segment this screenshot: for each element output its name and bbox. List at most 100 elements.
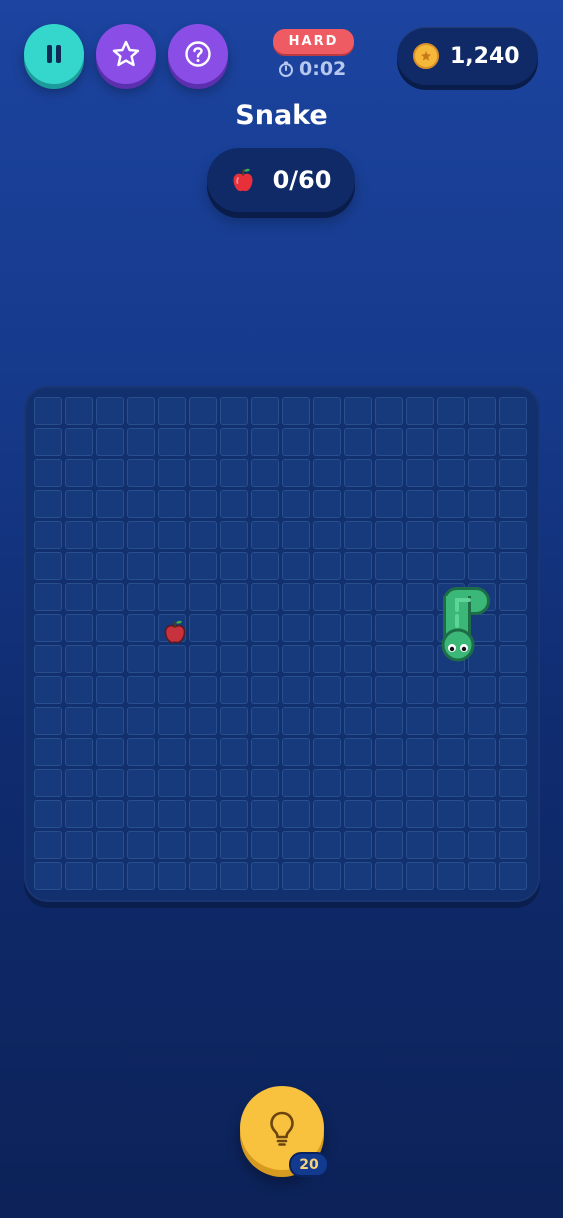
board-cell [34, 521, 62, 549]
board-cell [158, 645, 186, 673]
board-cell [375, 521, 403, 549]
board-cell [313, 769, 341, 797]
board-cell [437, 490, 465, 518]
board-cell [344, 614, 372, 642]
board-cell [468, 738, 496, 766]
board-cell [499, 490, 527, 518]
board-cell [251, 800, 279, 828]
board-cell [375, 583, 403, 611]
board-cell [313, 707, 341, 735]
board-cell [251, 645, 279, 673]
apple-icon [233, 168, 253, 192]
board-cell [437, 831, 465, 859]
board-cell [65, 428, 93, 456]
board-cell [158, 583, 186, 611]
help-button[interactable] [168, 24, 228, 84]
board-cell [65, 490, 93, 518]
board-cell [158, 428, 186, 456]
board-cell [189, 583, 217, 611]
board-cell [65, 552, 93, 580]
board-cell [282, 583, 310, 611]
board-cell [313, 738, 341, 766]
board-cell [282, 397, 310, 425]
board-cell [158, 862, 186, 890]
board-cell [282, 490, 310, 518]
board-cell [375, 769, 403, 797]
board-cell [468, 459, 496, 487]
board-cell [375, 459, 403, 487]
board-cell [468, 428, 496, 456]
board-cell [344, 707, 372, 735]
board-cell [96, 552, 124, 580]
board-cell [437, 428, 465, 456]
fruit-progress: 0/60 [207, 148, 355, 212]
board-cell [189, 707, 217, 735]
board-cell [282, 521, 310, 549]
board-cell [468, 397, 496, 425]
board-cell [251, 397, 279, 425]
board-cell [127, 707, 155, 735]
board-cell [220, 707, 248, 735]
board-cell [251, 459, 279, 487]
board-cell [437, 459, 465, 487]
board-cell [468, 769, 496, 797]
board-cell [282, 459, 310, 487]
board-cell [127, 645, 155, 673]
board-cell [406, 769, 434, 797]
board-cell [220, 552, 248, 580]
board-cell [344, 769, 372, 797]
board-cell [96, 459, 124, 487]
board-cell [127, 521, 155, 549]
board-cell [406, 800, 434, 828]
board-cell [468, 676, 496, 704]
board-cell [158, 707, 186, 735]
board-cell [34, 862, 62, 890]
board-cell [468, 552, 496, 580]
board-cell [127, 862, 155, 890]
board-cell [282, 862, 310, 890]
board-cell [220, 490, 248, 518]
board-cell [96, 769, 124, 797]
board-cell [189, 490, 217, 518]
board-cell [313, 862, 341, 890]
star-button[interactable] [96, 24, 156, 84]
board-cell [251, 862, 279, 890]
board-cell [158, 738, 186, 766]
board-cell [406, 614, 434, 642]
board-cell [189, 676, 217, 704]
board-cell [158, 769, 186, 797]
board-cell [65, 614, 93, 642]
pause-button[interactable] [24, 24, 84, 84]
board-cell [313, 614, 341, 642]
board-cell [189, 459, 217, 487]
board-cell [251, 521, 279, 549]
board-cell [282, 831, 310, 859]
board-cell [313, 583, 341, 611]
board-cell [127, 614, 155, 642]
board-cell [158, 552, 186, 580]
board-cell [282, 707, 310, 735]
board-cell [65, 769, 93, 797]
board-cell [220, 459, 248, 487]
board-cell [65, 800, 93, 828]
apple-icon [164, 620, 186, 644]
board-cell [468, 490, 496, 518]
board-cell [220, 428, 248, 456]
board-cell [375, 707, 403, 735]
board-cell [406, 862, 434, 890]
board-cell [344, 862, 372, 890]
board-cell [499, 614, 527, 642]
board-cell [499, 800, 527, 828]
coin-balance[interactable]: 1,240 [397, 27, 538, 85]
board-cell [282, 800, 310, 828]
board-cell [34, 459, 62, 487]
board-cell [499, 428, 527, 456]
board-cell [375, 738, 403, 766]
board-cell [406, 428, 434, 456]
pause-icon [47, 45, 61, 63]
board-cell [127, 800, 155, 828]
board-cell [220, 676, 248, 704]
food-apple [162, 618, 188, 644]
board-cell [499, 552, 527, 580]
board-cell [220, 521, 248, 549]
